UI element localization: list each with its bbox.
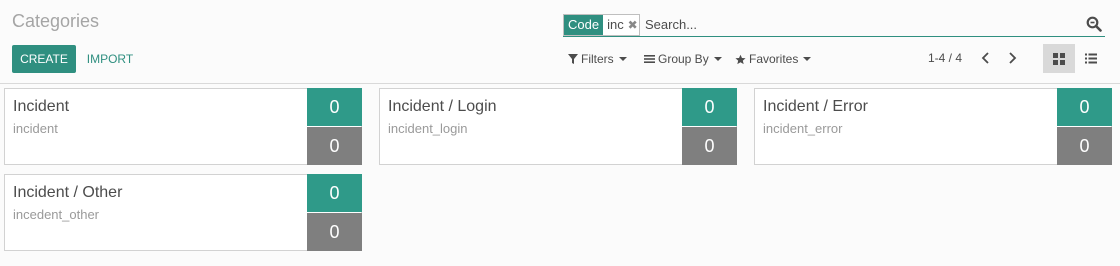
closed-count-button[interactable]: 0	[307, 213, 362, 251]
chevron-right-icon[interactable]	[1004, 49, 1020, 67]
kanban-card[interactable]: Incident / Error incident_error 0 0	[754, 88, 1112, 165]
kanban-card[interactable]: Incident incident 0 0	[4, 88, 362, 165]
kanban-view-button[interactable]	[1043, 44, 1075, 73]
kanban-card[interactable]: Incident / Other incedent_other 0 0	[4, 174, 362, 251]
card-code: incident_error	[763, 121, 843, 136]
card-title: Incident / Error	[763, 98, 868, 115]
grid-icon	[1053, 52, 1065, 65]
favorites-label: Favorites	[749, 52, 799, 66]
search-facet-value: inc	[607, 17, 624, 32]
star-icon	[735, 54, 746, 64]
chevron-down-icon	[618, 57, 627, 61]
card-code: incident_login	[388, 121, 468, 136]
filters-dropdown[interactable]: Filters	[568, 51, 627, 67]
closed-count-button[interactable]: 0	[307, 127, 362, 165]
page-title: Categories	[12, 11, 100, 31]
closed-count-button[interactable]: 0	[1057, 127, 1112, 165]
group-by-label: Group By	[658, 52, 709, 66]
card-title: Incident / Login	[388, 98, 497, 115]
kanban-card[interactable]: Incident / Login incident_login 0 0	[379, 88, 737, 165]
filter-icon	[568, 54, 578, 64]
search-facet[interactable]: Code inc ✖	[563, 14, 640, 36]
closed-count-button[interactable]: 0	[682, 127, 737, 165]
group-by-dropdown[interactable]: Group By	[644, 51, 722, 67]
chevron-down-icon	[803, 57, 812, 61]
pager-value[interactable]: 1-4 / 4	[928, 51, 962, 65]
open-count-button[interactable]: 0	[682, 88, 737, 126]
search-bar: Code inc ✖	[563, 13, 1105, 37]
import-button[interactable]: IMPORT	[80, 45, 140, 73]
card-title: Incident / Other	[13, 184, 123, 201]
list-icon	[644, 55, 655, 63]
filters-label: Filters	[581, 52, 614, 66]
card-code: incedent_other	[13, 207, 100, 222]
create-button[interactable]: CREATE	[12, 45, 76, 73]
chevron-left-icon[interactable]	[978, 49, 994, 67]
card-title: Incident	[13, 98, 70, 115]
favorites-dropdown[interactable]: Favorites	[735, 51, 812, 67]
search-facet-label: Code	[564, 15, 604, 35]
search-icon[interactable]	[1086, 16, 1102, 32]
control-panel: Categories CREATE IMPORT Code inc ✖ Filt…	[0, 0, 1120, 84]
list-view-button[interactable]	[1075, 44, 1107, 73]
open-count-button[interactable]: 0	[307, 88, 362, 126]
card-code: incident	[13, 121, 58, 136]
open-count-button[interactable]: 0	[1057, 88, 1112, 126]
chevron-down-icon	[713, 57, 722, 61]
remove-facet-icon[interactable]: ✖	[627, 15, 639, 35]
list-icon	[1085, 53, 1097, 64]
open-count-button[interactable]: 0	[307, 174, 362, 212]
search-input[interactable]	[645, 14, 1065, 34]
